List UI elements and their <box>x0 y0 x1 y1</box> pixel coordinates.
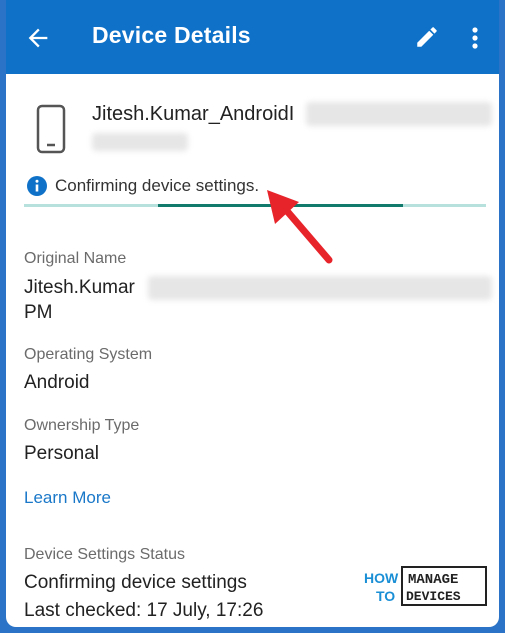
redacted-area <box>306 102 492 126</box>
app-bar: Device Details <box>6 0 499 74</box>
ownership-type-value: Personal <box>24 443 99 464</box>
pencil-icon[interactable] <box>414 24 440 50</box>
redacted-area <box>148 276 492 300</box>
redacted-area <box>92 133 188 151</box>
status-banner-text: Confirming device settings. <box>55 176 260 195</box>
device-settings-status-value: Confirming device settings <box>24 572 247 593</box>
page-title: Device Details <box>92 22 251 48</box>
phone-icon <box>36 104 66 154</box>
learn-more-link[interactable]: Learn More <box>24 488 111 508</box>
progress-bar <box>24 204 486 207</box>
howto-manage-devices-logo: HOW TO MANAGE DEVICES <box>364 566 487 606</box>
operating-system-value: Android <box>24 372 90 393</box>
device-details-screen: Device Details Jitesh.Kumar_AndroidI Con… <box>6 0 499 627</box>
original-name-label: Original Name <box>24 250 127 267</box>
svg-text:MANAGE: MANAGE <box>408 572 458 588</box>
ownership-type-label: Ownership Type <box>24 417 140 434</box>
svg-text:HOW: HOW <box>364 570 399 586</box>
last-checked-text: Last checked: 17 July, 17:26 <box>24 600 264 621</box>
original-name-value-continued: PM <box>24 302 53 323</box>
svg-text:TO: TO <box>376 588 395 604</box>
operating-system-label: Operating System <box>24 346 153 363</box>
svg-text:DEVICES: DEVICES <box>406 589 461 604</box>
device-settings-status-label: Device Settings Status <box>24 546 185 563</box>
info-icon <box>27 176 47 196</box>
original-name-value: Jitesh.Kumar <box>24 277 135 298</box>
arrow-left-icon[interactable] <box>24 24 52 52</box>
device-name: Jitesh.Kumar_AndroidI <box>92 103 295 125</box>
more-vertical-icon[interactable] <box>469 26 481 50</box>
annotation-arrow <box>267 190 333 264</box>
